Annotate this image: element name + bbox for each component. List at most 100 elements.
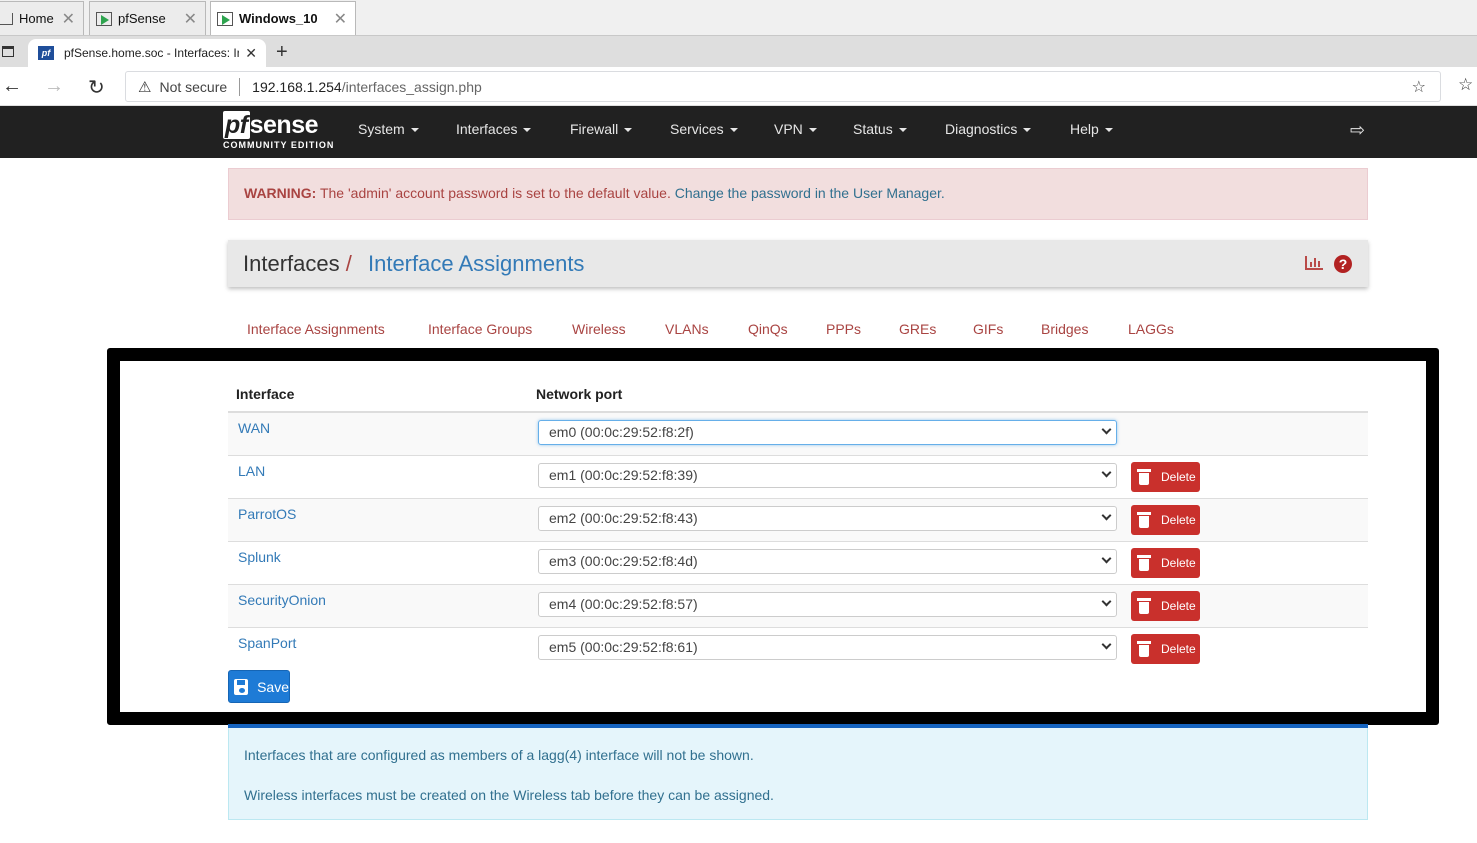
vm-icon bbox=[217, 11, 233, 26]
info-top-bar bbox=[228, 724, 1368, 728]
interface-link-wan[interactable]: WAN bbox=[238, 420, 270, 436]
browser-tab[interactable]: pf pfSense.home.soc - Interfaces: Interf… bbox=[28, 39, 266, 67]
address-bar[interactable]: ⚠ Not secure 192.168.1.254 /interfaces_a… bbox=[125, 71, 1441, 102]
address-bar-row: ← → ↻ ⚠ Not secure 192.168.1.254 /interf… bbox=[0, 67, 1477, 106]
caret-down-icon bbox=[523, 128, 532, 133]
forward-arrow-icon[interactable]: → bbox=[44, 75, 64, 98]
close-icon[interactable]: ✕ bbox=[334, 9, 347, 29]
chevron-down-icon bbox=[1101, 553, 1112, 564]
tab-qinqs[interactable]: QinQs bbox=[748, 321, 788, 337]
vm-tab-strip: Home ✕ pfSense ✕ Windows_10 ✕ bbox=[0, 0, 1477, 36]
url-host: 192.168.1.254 bbox=[252, 78, 342, 95]
vm-tab-label: Windows_10 bbox=[239, 11, 318, 26]
warning-triangle-icon[interactable]: ⚠ bbox=[138, 78, 151, 96]
vm-tab-pfsense[interactable]: pfSense ✕ bbox=[89, 1, 206, 35]
network-port-select[interactable]: em0 (00:0c:29:52:f8:2f) bbox=[538, 420, 1117, 445]
refresh-icon[interactable]: ↻ bbox=[88, 75, 105, 100]
vm-tab-windows10[interactable]: Windows_10 ✕ bbox=[210, 1, 356, 35]
chevron-down-icon bbox=[1101, 424, 1112, 435]
logo-text: sense bbox=[249, 111, 319, 139]
chevron-down-icon bbox=[1101, 639, 1112, 650]
column-header-interface: Interface bbox=[236, 386, 295, 402]
chevron-down-icon bbox=[1101, 596, 1112, 607]
close-icon[interactable]: ✕ bbox=[184, 9, 197, 29]
trash-icon bbox=[1137, 469, 1151, 485]
interface-link-spanport[interactable]: SpanPort bbox=[238, 635, 296, 651]
interface-tabs: Interface Assignments Interface Groups W… bbox=[228, 321, 1368, 341]
nav-firewall[interactable]: Firewall bbox=[570, 121, 633, 137]
chevron-down-icon bbox=[1101, 467, 1112, 478]
caret-down-icon bbox=[808, 128, 817, 133]
nav-interfaces[interactable]: Interfaces bbox=[456, 121, 532, 137]
trash-icon bbox=[1137, 598, 1151, 614]
vm-tab-label: Home bbox=[19, 11, 54, 26]
default-password-warning: WARNING: The 'admin' account password is… bbox=[228, 168, 1368, 220]
warning-label: WARNING: bbox=[244, 185, 317, 201]
delete-button[interactable]: Delete bbox=[1131, 591, 1200, 621]
table-row: SpanPort em5 (00:0c:29:52:f8:61) Delete bbox=[228, 628, 1368, 671]
browser-tab-row: pf pfSense.home.soc - Interfaces: Interf… bbox=[0, 36, 1477, 67]
trash-icon bbox=[1137, 641, 1151, 657]
assignments-table-header: Interface Network port bbox=[228, 380, 1368, 413]
breadcrumb-panel: Interfaces / Interface Assignments ? bbox=[228, 240, 1368, 287]
warning-text: The 'admin' account password is set to t… bbox=[316, 185, 675, 201]
nav-diagnostics[interactable]: Diagnostics bbox=[945, 121, 1032, 137]
nav-status[interactable]: Status bbox=[853, 121, 907, 137]
close-icon[interactable]: ✕ bbox=[245, 45, 257, 62]
interface-link-splunk[interactable]: Splunk bbox=[238, 549, 281, 565]
new-tab-icon[interactable]: + bbox=[276, 41, 288, 64]
table-row: SecurityOnion em4 (00:0c:29:52:f8:57) De… bbox=[228, 585, 1368, 628]
network-port-select[interactable]: em5 (00:0c:29:52:f8:61) bbox=[538, 635, 1117, 660]
favorites-icon[interactable]: ☆ bbox=[1458, 75, 1473, 95]
window-menu-icon[interactable] bbox=[2, 46, 14, 57]
caret-down-icon bbox=[1104, 128, 1113, 133]
breadcrumb-current[interactable]: Interface Assignments bbox=[368, 251, 584, 276]
browser-tab-title: pfSense.home.soc - Interfaces: Interface… bbox=[64, 46, 239, 60]
tab-ppps[interactable]: PPPs bbox=[826, 321, 861, 337]
nav-system[interactable]: System bbox=[358, 121, 419, 137]
delete-button[interactable]: Delete bbox=[1131, 462, 1200, 492]
help-icon[interactable]: ? bbox=[1334, 255, 1352, 273]
network-port-select[interactable]: em4 (00:0c:29:52:f8:57) bbox=[538, 592, 1117, 617]
close-icon[interactable]: ✕ bbox=[62, 9, 75, 29]
breadcrumb-parent[interactable]: Interfaces bbox=[243, 251, 340, 276]
vm-tab-label: pfSense bbox=[118, 11, 166, 26]
interface-link-lan[interactable]: LAN bbox=[238, 463, 265, 479]
delete-button[interactable]: Delete bbox=[1131, 634, 1200, 664]
change-password-link[interactable]: Change the password in the User Manager. bbox=[675, 185, 945, 201]
network-port-select[interactable]: em1 (00:0c:29:52:f8:39) bbox=[538, 463, 1117, 488]
vm-tab-home[interactable]: Home ✕ bbox=[0, 1, 84, 35]
back-arrow-icon[interactable]: ← bbox=[2, 75, 22, 98]
tab-bridges[interactable]: Bridges bbox=[1041, 321, 1088, 337]
delete-button[interactable]: Delete bbox=[1131, 548, 1200, 578]
separator bbox=[239, 77, 241, 96]
interface-link-parrotos[interactable]: ParrotOS bbox=[238, 506, 296, 522]
save-button[interactable]: Save bbox=[228, 670, 290, 703]
home-icon bbox=[0, 12, 13, 25]
not-secure-label[interactable]: Not secure bbox=[159, 79, 227, 95]
tab-vlans[interactable]: VLANs bbox=[665, 321, 709, 337]
logo-subtitle: COMMUNITY EDITION bbox=[223, 140, 335, 150]
tab-interface-assignments[interactable]: Interface Assignments bbox=[247, 321, 385, 337]
caret-down-icon bbox=[729, 128, 738, 133]
bar-chart-icon[interactable] bbox=[1305, 256, 1323, 270]
network-port-select[interactable]: em3 (00:0c:29:52:f8:4d) bbox=[538, 549, 1117, 574]
nav-vpn[interactable]: VPN bbox=[774, 121, 817, 137]
nav-help[interactable]: Help bbox=[1070, 121, 1113, 137]
nav-services[interactable]: Services bbox=[670, 121, 738, 137]
breadcrumb: Interfaces / Interface Assignments bbox=[243, 251, 584, 277]
add-favorite-icon[interactable]: ☆ bbox=[1412, 77, 1426, 97]
tab-interface-groups[interactable]: Interface Groups bbox=[428, 321, 532, 337]
delete-button[interactable]: Delete bbox=[1131, 505, 1200, 535]
tab-laggs[interactable]: LAGGs bbox=[1128, 321, 1174, 337]
table-row: LAN em1 (00:0c:29:52:f8:39) Delete bbox=[228, 456, 1368, 499]
interface-link-securityonion[interactable]: SecurityOnion bbox=[238, 592, 326, 608]
tab-wireless[interactable]: Wireless bbox=[572, 321, 626, 337]
network-port-select[interactable]: em2 (00:0c:29:52:f8:43) bbox=[538, 506, 1117, 531]
vm-icon bbox=[96, 11, 112, 26]
logout-icon[interactable]: ⇨ bbox=[1350, 120, 1365, 141]
pfsense-logo[interactable]: pfsense COMMUNITY EDITION bbox=[223, 111, 335, 150]
table-row: WAN em0 (00:0c:29:52:f8:2f) bbox=[228, 413, 1368, 456]
tab-gres[interactable]: GREs bbox=[899, 321, 936, 337]
tab-gifs[interactable]: GIFs bbox=[973, 321, 1003, 337]
